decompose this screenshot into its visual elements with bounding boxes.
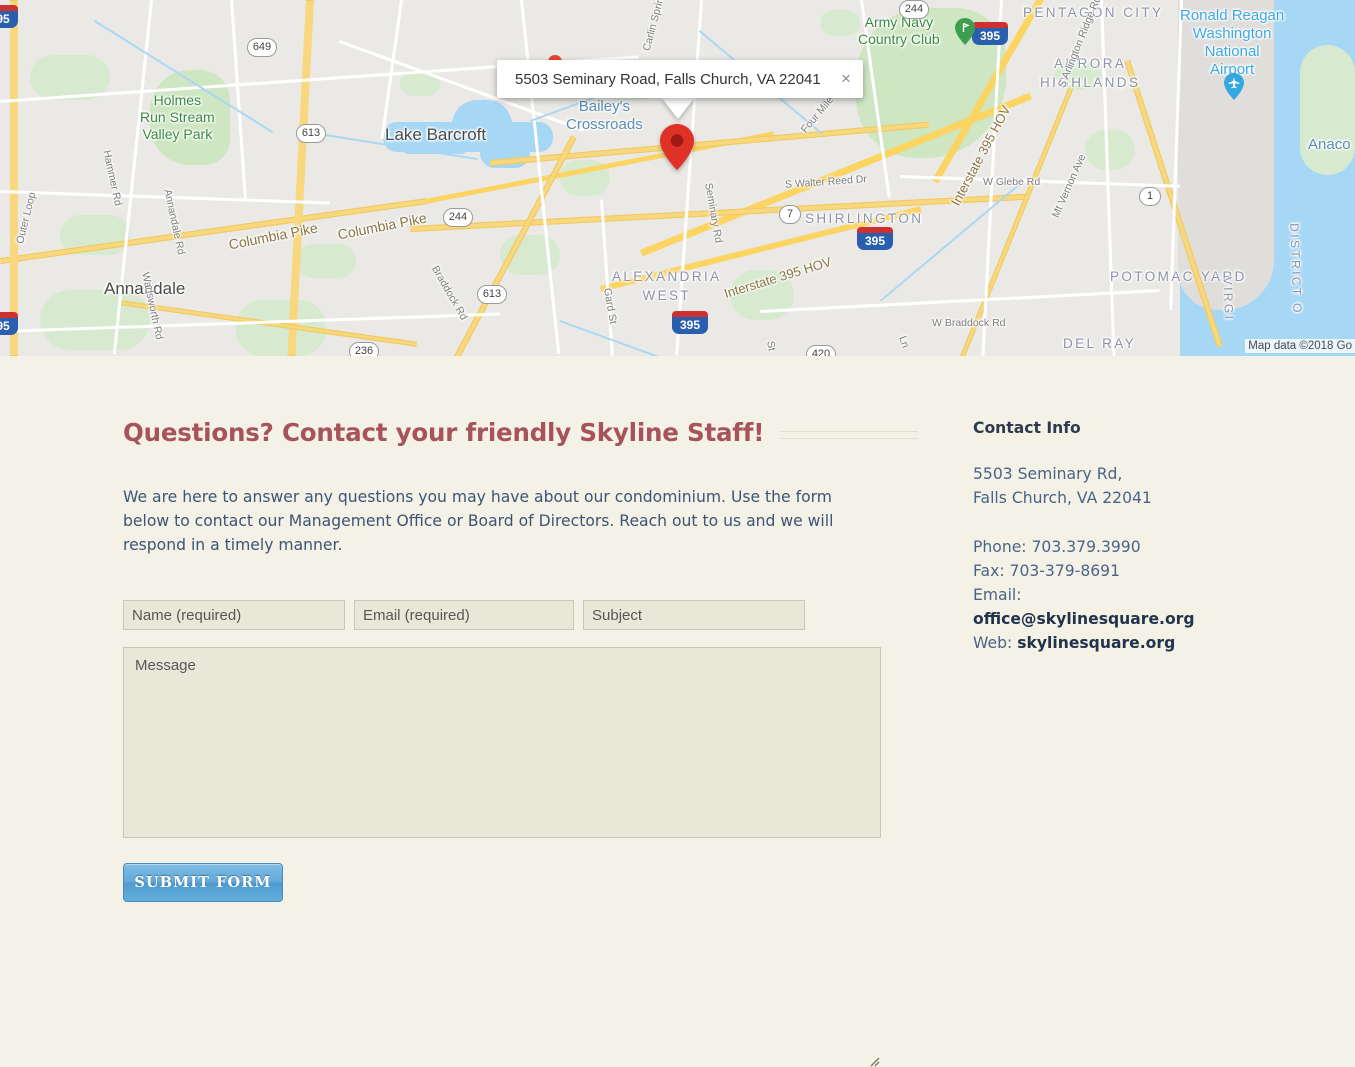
- heading-divider: [780, 430, 918, 439]
- interstate-shield-95-topleft: 95: [0, 5, 18, 28]
- submit-button[interactable]: SUBMIT FORM: [123, 863, 283, 902]
- content-section: Questions? Contact your friendly Skyline…: [0, 356, 1355, 1067]
- map-canvas[interactable]: Annandale Lake Barcroft PENTAGON CITY AU…: [0, 0, 1355, 356]
- textarea-resize-handle[interactable]: [868, 1055, 880, 1067]
- interstate-shield-395-south: 395: [672, 311, 708, 334]
- green-patch-12: [1300, 45, 1355, 175]
- airport-poi-icon[interactable]: [1224, 73, 1244, 100]
- route-shield-244-east: 244: [899, 0, 929, 19]
- intro-paragraph: We are here to answer any questions you …: [123, 488, 834, 554]
- contact-info-column: Contact Info 5503 Seminary Rd, Falls Chu…: [973, 419, 1233, 655]
- golf-poi-icon[interactable]: [955, 18, 975, 45]
- green-patch-14: [820, 10, 860, 36]
- green-patch-3: [40, 290, 150, 350]
- form-heading-row: Questions? Contact your friendly Skyline…: [123, 418, 918, 447]
- green-patch-10: [1055, 60, 1101, 90]
- route-shield-7: 7: [779, 205, 801, 224]
- close-icon[interactable]: ×: [829, 60, 863, 98]
- name-input[interactable]: [123, 600, 345, 630]
- green-patch-5: [296, 244, 356, 278]
- phone-label: Phone:: [973, 538, 1032, 556]
- subject-input[interactable]: [583, 600, 805, 630]
- fax-value: 703-379-8691: [1009, 562, 1121, 580]
- message-textarea[interactable]: [123, 647, 881, 838]
- phone-value: 703.379.3990: [1031, 538, 1141, 556]
- route-shield-613-south: 613: [477, 285, 507, 304]
- form-field-row: [123, 600, 923, 630]
- email-link[interactable]: office@skylinesquare.org: [973, 610, 1195, 628]
- map-panel[interactable]: Annandale Lake Barcroft PENTAGON CITY AU…: [0, 0, 1355, 356]
- address-line-2: Falls Church, VA 22041: [973, 489, 1152, 507]
- map-infowindow[interactable]: 5503 Seminary Road, Falls Church, VA 220…: [497, 60, 863, 98]
- interstate-shield-395-north: 395: [972, 22, 1008, 45]
- contact-info-title: Contact Info: [973, 419, 1081, 437]
- map-landmass: [0, 0, 1355, 356]
- road-beltway: [10, 0, 18, 356]
- green-patch-11: [1085, 130, 1135, 170]
- route-shield-420: 420: [806, 345, 836, 356]
- contact-form: SUBMIT FORM: [123, 600, 923, 1067]
- contact-form-column: Questions? Contact your friendly Skyline…: [123, 418, 923, 1067]
- web-link[interactable]: skylinesquare.org: [1017, 634, 1175, 652]
- route-shield-244-west: 244: [443, 208, 473, 227]
- web-label: Web:: [973, 634, 1018, 652]
- interstate-shield-95-bottomleft: 95: [0, 312, 18, 335]
- email-label: Email:: [973, 586, 1022, 604]
- email-input[interactable]: [354, 600, 574, 630]
- address-line-1: 5503 Seminary Rd,: [973, 465, 1123, 483]
- interstate-shield-395-shirlington: 395: [857, 227, 893, 250]
- route-shield-236: 236: [349, 342, 379, 356]
- route-shield-1: 1: [1139, 187, 1161, 206]
- page-title: Questions? Contact your friendly Skyline…: [123, 418, 765, 447]
- fax-label: Fax:: [973, 562, 1010, 580]
- location-marker[interactable]: [660, 124, 694, 170]
- contact-details: Phone: 703.379.3990 Fax: 703-379-8691 Em…: [973, 535, 1233, 655]
- map-attribution: Map data ©2018 Go: [1245, 339, 1355, 353]
- contact-address: 5503 Seminary Rd, Falls Church, VA 22041: [973, 462, 1233, 510]
- infowindow-address: 5503 Seminary Road, Falls Church, VA 220…: [515, 70, 821, 88]
- infowindow-tail: [661, 97, 695, 119]
- route-shield-613-north: 613: [296, 124, 326, 143]
- route-shield-649: 649: [247, 38, 277, 57]
